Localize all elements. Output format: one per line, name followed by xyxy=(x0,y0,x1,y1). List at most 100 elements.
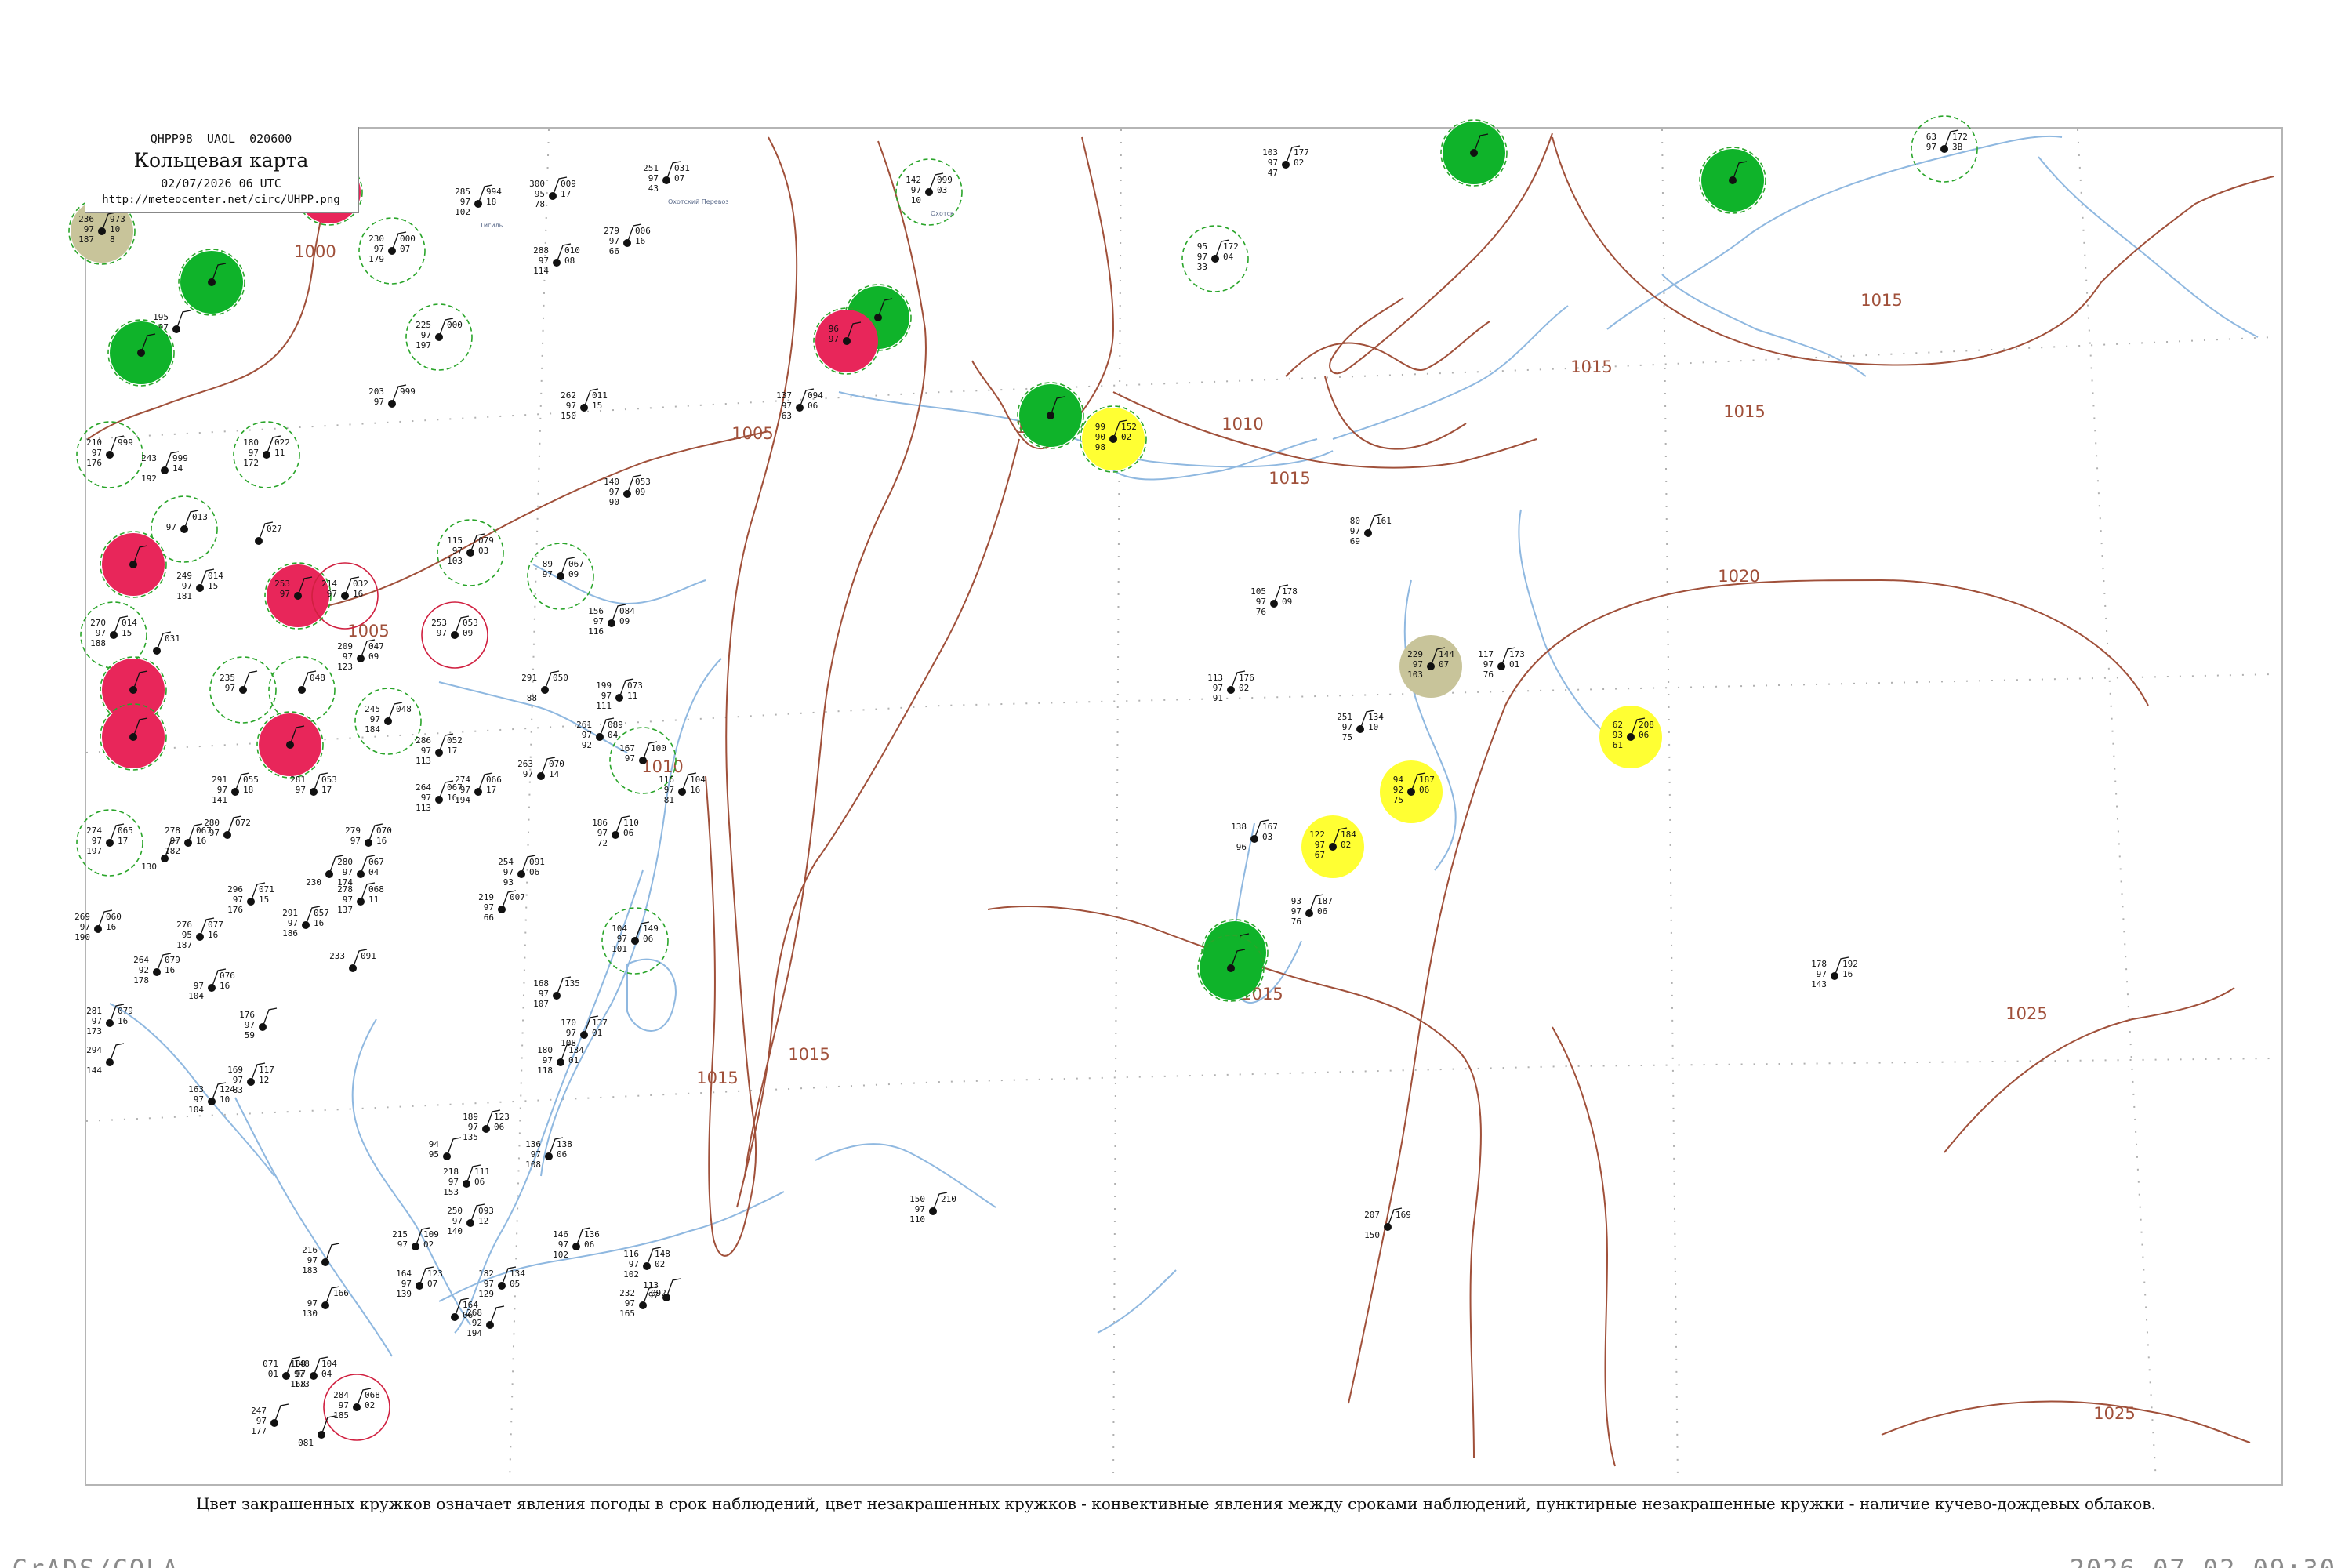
station-plot[interactable]: 1869772 11006 xyxy=(592,815,639,848)
station-plot[interactable]: 2789718206716 xyxy=(165,823,212,856)
station-plot[interactable]: 20397 999 xyxy=(368,384,416,408)
station-plot[interactable]: 27997 07016 xyxy=(345,823,392,847)
station-plot[interactable]: 809769 161 xyxy=(1350,514,1392,546)
station-plot[interactable]: 031 xyxy=(153,631,180,655)
station-plot[interactable]: 1709710813701 xyxy=(561,1015,608,1048)
station-plot[interactable]: 26397 07014 xyxy=(517,757,564,780)
station-plot[interactable]: 23597 xyxy=(209,656,277,724)
station-plot[interactable]: 233 091 xyxy=(329,949,376,972)
station-plot[interactable]: 27897137 06811 xyxy=(337,882,384,915)
station-plot[interactable]: 28697113 05217 xyxy=(416,733,463,766)
station-plot[interactable]: 18097118 13401 xyxy=(537,1043,584,1076)
station-plot[interactable]: 1039747 17702 xyxy=(1262,145,1309,178)
station-plot[interactable]: 9495 xyxy=(429,1137,462,1160)
station-plot[interactable]: 18997135 12306 xyxy=(463,1109,510,1142)
station-plot[interactable]: 28197 05317 xyxy=(290,772,337,796)
station-plot[interactable]: 28897114 01008 xyxy=(533,243,580,276)
station-plot[interactable] xyxy=(1197,935,1265,1002)
station-plot[interactable]: 26492178 07916 xyxy=(133,953,180,985)
station-plot[interactable]: 22597197 000 xyxy=(405,303,473,371)
station-plot[interactable]: 13697108 13806 xyxy=(525,1137,572,1170)
station-plot[interactable]: 10497101 14906 xyxy=(601,907,669,975)
station-plot[interactable]: 949275 18706 xyxy=(1380,760,1443,823)
station-plot[interactable]: 2809717406704 xyxy=(337,855,384,887)
station-plot[interactable]: 16897107 135 xyxy=(533,976,580,1009)
station-plot[interactable]: 21897153 11106 xyxy=(443,1164,490,1197)
station-plot[interactable]: 1769759 xyxy=(239,1007,278,1040)
station-plot[interactable]: 29197186 05716 xyxy=(282,906,329,938)
station-plot[interactable]: 6397 1723B xyxy=(1911,115,1978,183)
station-plot[interactable]: 25097140 09312 xyxy=(447,1203,494,1236)
station-plot[interactable]: 29697176 07115 xyxy=(227,882,274,915)
station-plot[interactable]: 1229767 18402 xyxy=(1301,815,1364,878)
station-plot[interactable]: 2519775 13410 xyxy=(1337,710,1384,742)
station-plot[interactable]: 291 88 050 xyxy=(521,670,568,703)
station-plot[interactable]: 1699783 11712 xyxy=(227,1062,274,1095)
station-plot[interactable]: 19997111 07311 xyxy=(596,678,643,711)
station-plot[interactable]: 18097172 02211 xyxy=(233,421,300,488)
station-plot[interactable] xyxy=(100,531,167,598)
station-plot[interactable]: 2619792 08904 xyxy=(576,717,623,750)
station-plot[interactable]: 2549793 09106 xyxy=(498,855,545,887)
station-plot[interactable]: 15697116 08409 xyxy=(588,604,635,637)
station-plot[interactable]: 17897143 19216 xyxy=(1811,956,1858,989)
station-plot[interactable]: 21097176 999 xyxy=(76,421,143,488)
station-plot[interactable]: 3009578 00917 xyxy=(529,176,576,209)
station-plot[interactable]: 29197141 05518 xyxy=(212,772,259,805)
station-plot[interactable] xyxy=(1699,147,1766,214)
station-plot[interactable] xyxy=(256,711,324,779)
station-plot[interactable]: 294 144 xyxy=(86,1043,125,1076)
station-plot[interactable]: 28597102 99418 Тигиль xyxy=(455,184,503,229)
station-plot[interactable]: 2199766 007 xyxy=(478,890,525,923)
station-plot[interactable] xyxy=(1440,119,1508,187)
station-plot[interactable]: 8997 06709 xyxy=(527,543,594,610)
station-plot[interactable]: 1429710 09903 Охотск xyxy=(895,158,963,226)
station-plot[interactable]: 27097188 01415 xyxy=(80,601,147,669)
station-plot[interactable]: 1639710412410 xyxy=(188,1082,235,1115)
station-plot[interactable]: 9697 xyxy=(813,307,880,375)
station-plot[interactable]: 97130 166 xyxy=(302,1286,349,1319)
station-plot[interactable]: 2799766 00616 xyxy=(604,223,651,256)
station-plot[interactable]: 27695187 07716 xyxy=(176,917,223,950)
station-plot[interactable]: 24797177 xyxy=(251,1403,289,1436)
station-plot[interactable]: 26892194 xyxy=(466,1305,505,1338)
station-plot[interactable]: 15097110 210 xyxy=(909,1192,956,1225)
station-plot[interactable]: 027 xyxy=(255,521,282,545)
station-plot[interactable] xyxy=(107,319,175,387)
station-plot[interactable]: 23297165092 xyxy=(619,1286,666,1319)
station-plot[interactable]: 27497194 06617 xyxy=(455,772,502,805)
station-plot[interactable]: 27497197 06517 xyxy=(76,809,143,877)
station-plot[interactable]: 1139791 17602 xyxy=(1207,670,1254,703)
station-plot[interactable]: 1409790 05309 xyxy=(604,474,651,507)
station-plot[interactable]: 24597184 048 xyxy=(354,688,422,755)
station-plot[interactable] xyxy=(178,249,245,316)
station-plot[interactable]: 1379763 09406 xyxy=(776,388,823,421)
station-plot[interactable]: 28497185 06802 xyxy=(323,1374,390,1441)
station-plot[interactable]: 243 192 99914 xyxy=(141,451,188,484)
station-plot[interactable]: 939776 18706 xyxy=(1291,894,1333,927)
station-plot[interactable]: 23097179 00007 xyxy=(358,217,426,285)
station-plot[interactable]: 20997123 04709 xyxy=(337,639,384,672)
station-plot[interactable]: 28097 072 xyxy=(204,815,251,839)
station-plot[interactable]: 1179776 17301 xyxy=(1478,647,1525,680)
station-plot[interactable]: 2519743 03107 Охотский Перевоз xyxy=(643,161,729,205)
station-plot[interactable]: 048 xyxy=(268,656,336,724)
station-plot[interactable]: 081 xyxy=(298,1415,336,1448)
station-plot[interactable]: 21597 10902 xyxy=(392,1227,439,1250)
station-plot[interactable] xyxy=(100,703,167,771)
station-plot[interactable]: 959733 17204 xyxy=(1181,225,1249,292)
station-plot[interactable]: 28197173 07916 xyxy=(86,1004,133,1036)
station-plot[interactable]: 25397 05309 xyxy=(421,601,488,669)
station-plot[interactable]: 24997181 01415 xyxy=(176,568,223,601)
station-plot[interactable]: 1169781 10416 xyxy=(659,772,706,805)
station-plot[interactable]: 629361 20806 xyxy=(1599,706,1662,768)
station-plot[interactable]: 26997190 06016 xyxy=(74,909,122,942)
station-plot[interactable]: 22997103 14407 xyxy=(1399,635,1462,698)
station-plot[interactable]: 11697102 14802 xyxy=(623,1247,670,1279)
station-plot[interactable]: 18297129 13405 xyxy=(478,1266,525,1299)
station-plot[interactable]: 26297150 01115 xyxy=(561,388,608,421)
station-plot[interactable]: 16497139 12307 xyxy=(396,1266,443,1299)
station-plot[interactable] xyxy=(1017,382,1084,449)
station-plot[interactable]: 97104 07616 xyxy=(188,968,235,1001)
station-plot[interactable]: 1059776 17809 xyxy=(1250,584,1298,617)
